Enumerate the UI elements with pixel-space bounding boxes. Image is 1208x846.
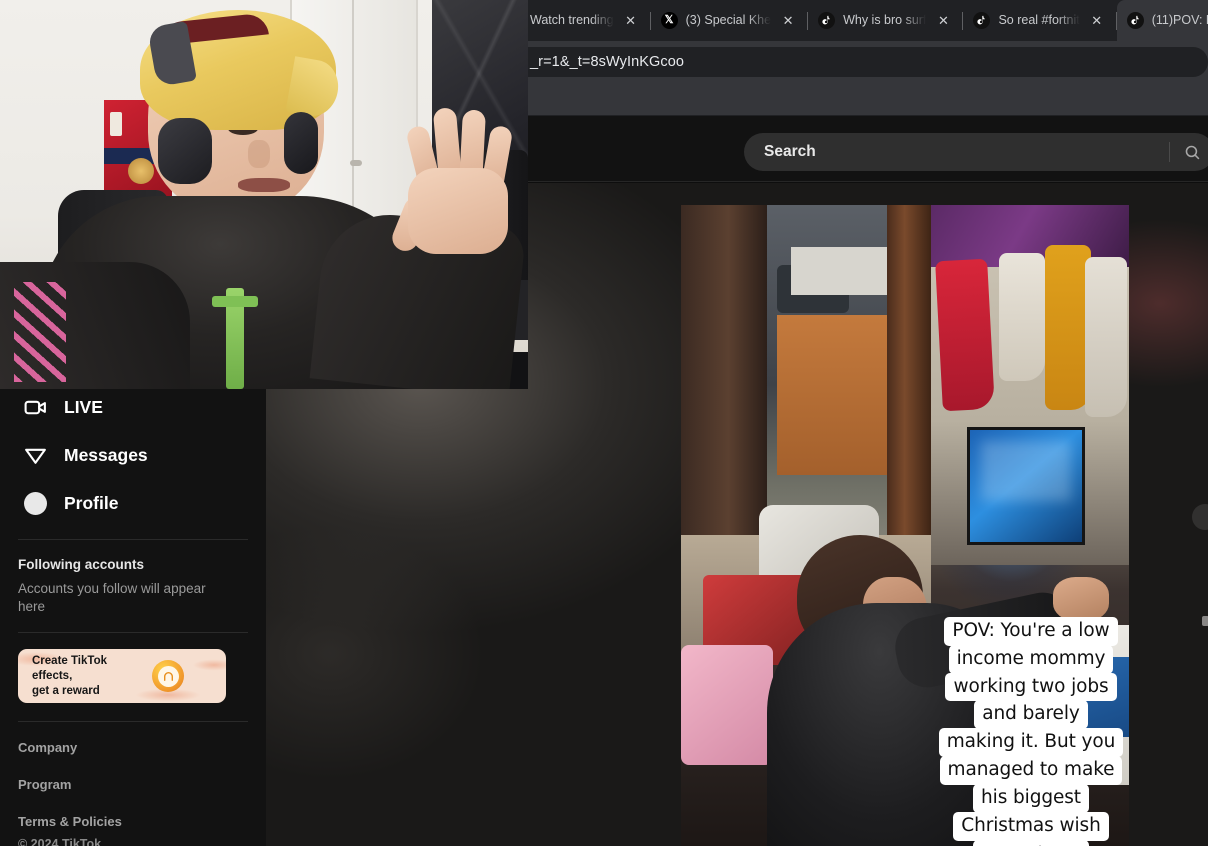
tab-title: Watch trending bbox=[530, 13, 614, 27]
streamer-webcam-overlay bbox=[0, 0, 528, 389]
footer-link-terms[interactable]: Terms & Policies bbox=[18, 814, 250, 829]
promo-line-2: get a reward bbox=[32, 685, 100, 698]
following-accounts-title: Following accounts bbox=[18, 557, 145, 572]
browser-tab[interactable]: So real #fortnit ✕ bbox=[963, 0, 1115, 41]
webcam-palm bbox=[408, 168, 508, 254]
tab-title: So real #fortnit bbox=[998, 13, 1080, 27]
footer-link-company[interactable]: Company bbox=[18, 740, 250, 755]
search-bar[interactable] bbox=[744, 133, 1208, 171]
video-action-rail-icon[interactable] bbox=[1202, 616, 1208, 626]
screen: Watch trending ✕ 𝕏 (3) Special Khe ✕ Why… bbox=[0, 0, 1208, 846]
browser-tab[interactable]: Watch trending ✕ bbox=[520, 0, 650, 41]
scene-boy-hand bbox=[1053, 577, 1109, 621]
webcam-hoodie-graphic-pink bbox=[14, 282, 66, 382]
create-effects-promo-banner[interactable]: Create TikTok effects, get a reward bbox=[18, 649, 226, 704]
live-video-icon bbox=[22, 394, 48, 420]
sidebar-item-label: LIVE bbox=[64, 396, 103, 417]
close-icon[interactable]: ✕ bbox=[777, 10, 799, 32]
webcam-hoodie-graphic-sword-hilt bbox=[212, 296, 258, 307]
video-player[interactable]: POV: You're a low income mommy working t… bbox=[681, 205, 1129, 846]
paper-plane-icon bbox=[22, 442, 48, 468]
tab-title: (3) Special Khe bbox=[685, 13, 772, 27]
coin-inner bbox=[157, 665, 179, 687]
tiktok-sidebar: LIVE Messages Profile Following accounts… bbox=[0, 383, 266, 846]
footer-copyright: © 2024 TikTok bbox=[18, 837, 102, 846]
address-bar[interactable]: _r=1&_t=8sWyInKGcoo bbox=[520, 47, 1208, 77]
promo-line-1: Create TikTok effects, bbox=[32, 654, 107, 682]
address-bar-text: _r=1&_t=8sWyInKGcoo bbox=[530, 54, 685, 70]
sidebar-divider bbox=[18, 539, 248, 540]
close-icon[interactable]: ✕ bbox=[620, 10, 642, 32]
webcam-door-handle bbox=[350, 160, 362, 166]
tiktok-icon bbox=[1126, 12, 1144, 29]
browser-tab-active[interactable]: (11)POV: Domi bbox=[1116, 0, 1208, 41]
close-icon[interactable]: ✕ bbox=[1086, 10, 1108, 32]
avatar-icon bbox=[22, 490, 48, 516]
sidebar-divider bbox=[18, 721, 248, 723]
sidebar-item-messages[interactable]: Messages bbox=[16, 431, 250, 479]
sidebar-item-label: Profile bbox=[64, 492, 119, 513]
webcam-door-seam bbox=[352, 0, 354, 240]
sidebar-item-live[interactable]: LIVE bbox=[16, 383, 250, 431]
browser-tab[interactable]: 𝕏 (3) Special Khe ✕ bbox=[651, 0, 807, 41]
scene-counter bbox=[777, 315, 887, 475]
search-icon bbox=[1185, 145, 1199, 159]
video-frame bbox=[681, 205, 1129, 846]
scene-gift-pink bbox=[681, 645, 773, 765]
scene-stocking-cream bbox=[1085, 257, 1127, 417]
sidebar-divider bbox=[18, 632, 248, 634]
scene-tv-glow bbox=[981, 441, 1071, 501]
sidebar-item-label: Messages bbox=[64, 444, 148, 465]
tiktok-icon bbox=[818, 12, 836, 29]
search-button[interactable] bbox=[1170, 133, 1208, 171]
tab-title: (11)POV: Domi bbox=[1151, 13, 1208, 27]
footer-link-program[interactable]: Program bbox=[18, 777, 250, 792]
coin-icon bbox=[152, 660, 184, 693]
tab-title: Why is bro surf bbox=[843, 13, 927, 27]
promo-text: Create TikTok effects, get a reward bbox=[18, 654, 146, 700]
x-icon: 𝕏 bbox=[660, 12, 678, 29]
browser-tab[interactable]: Why is bro surf ✕ bbox=[808, 0, 962, 41]
sidebar-item-profile[interactable]: Profile bbox=[16, 479, 250, 527]
webcam-headphone-earcup-left bbox=[158, 118, 212, 184]
scene-white-box bbox=[791, 247, 887, 295]
following-accounts-empty-text: Accounts you follow will appear here bbox=[18, 581, 206, 615]
webcam-jersey-logo bbox=[128, 158, 154, 184]
webcam-jersey-number bbox=[110, 112, 122, 136]
webcam-mouth bbox=[238, 178, 290, 192]
scene-stocking-white bbox=[999, 253, 1045, 381]
search-input[interactable] bbox=[744, 143, 1169, 161]
scene-stocking-red bbox=[935, 258, 995, 412]
avatar bbox=[23, 491, 47, 515]
tiktok-icon bbox=[973, 12, 991, 29]
close-icon[interactable]: ✕ bbox=[932, 10, 954, 32]
webcam-headphone-earcup-right bbox=[284, 112, 318, 174]
webcam-nose bbox=[248, 140, 270, 168]
